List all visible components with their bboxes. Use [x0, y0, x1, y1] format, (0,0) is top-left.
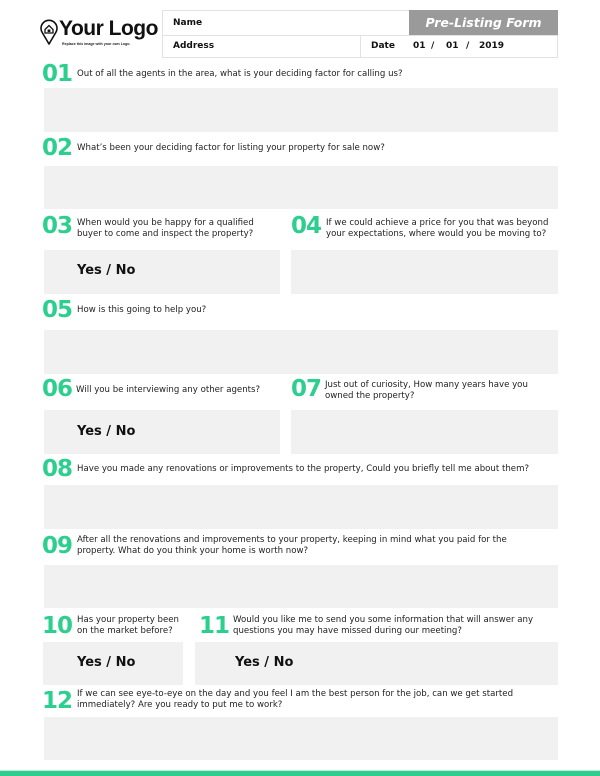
question-text-line: If we could achieve a price for you that…: [326, 218, 549, 228]
answer-box[interactable]: [44, 565, 558, 608]
question-text: How is this going to help you?: [77, 305, 207, 315]
question-number: 01: [42, 61, 73, 87]
question-text: Would you like me to send you some infor…: [233, 615, 533, 636]
logo-subtitle: Replace this image with your own Logo.: [62, 42, 131, 46]
question-text-line: After all the renovations and improvemen…: [77, 535, 507, 545]
question-number: 02: [42, 135, 73, 161]
question-text-line: questions you may have missed during our…: [233, 625, 462, 636]
question-number: 05: [42, 297, 73, 323]
question-number: 08: [42, 456, 73, 482]
question-number: 06: [42, 376, 73, 402]
question-number: 04: [291, 213, 322, 239]
question-text: When would you be happy for a qualified …: [77, 218, 254, 239]
address-row: Address Date 01 / 01 / 2019: [163, 36, 557, 58]
logo-text: Your Logo: [59, 17, 158, 40]
question-text: If we can see eye-to-eye on the day and …: [77, 689, 513, 710]
question-text-line: Has your property been: [77, 615, 179, 625]
form-title: Pre-Listing Form: [409, 10, 558, 35]
answer-box[interactable]: Yes / No: [44, 410, 280, 454]
header-table: Name Pre-Listing Form Address Date 01 / …: [162, 10, 558, 58]
date-day[interactable]: 01: [413, 41, 426, 51]
footer-accent-bar: [0, 771, 600, 776]
date-separator: /: [466, 41, 470, 51]
divider: [360, 36, 361, 58]
question-text: Have you made any renovations or improve…: [77, 464, 530, 474]
map-pin-house-icon: [40, 19, 58, 45]
answer-box[interactable]: Yes / No: [195, 642, 558, 685]
question-text: Just out of curiosity, How many years ha…: [325, 380, 528, 401]
answer-box[interactable]: [291, 410, 558, 454]
question-text: Will you be interviewing any other agent…: [76, 385, 261, 395]
answer-box[interactable]: [44, 88, 558, 132]
yes-no-option[interactable]: Yes / No: [77, 655, 135, 670]
question-number: 07: [291, 376, 322, 402]
answer-box[interactable]: Yes / No: [43, 642, 183, 685]
yes-no-option[interactable]: Yes / No: [235, 655, 293, 670]
question-number: 03: [42, 213, 73, 239]
question-number: 12: [42, 688, 73, 714]
question-text: After all the renovations and improvemen…: [77, 535, 507, 556]
answer-box[interactable]: [44, 485, 558, 529]
address-label: Address: [173, 41, 215, 51]
yes-no-option[interactable]: Yes / No: [77, 424, 135, 439]
question-text: If we could achieve a price for you that…: [326, 218, 548, 239]
question-text-line: buyer to come and inspect the property?: [77, 228, 254, 239]
date-year[interactable]: 2019: [479, 41, 504, 51]
yes-no-option[interactable]: Yes / No: [77, 263, 135, 278]
question-text-line: Just out of curiosity, How many years ha…: [325, 380, 528, 390]
logo: Your Logo Replace this image with your o…: [40, 17, 160, 57]
name-row: Name Pre-Listing Form: [163, 10, 558, 36]
answer-box[interactable]: [44, 717, 558, 760]
date-separator: /: [431, 41, 435, 51]
answer-box[interactable]: [44, 330, 558, 374]
question-number: 11: [199, 613, 230, 639]
question-text-line: Would you like me to send you some infor…: [233, 615, 534, 625]
date-label: Date: [371, 41, 395, 51]
question-text-line: your expectations, where would you be mo…: [326, 228, 547, 239]
question-text: Out of all the agents in the area, what …: [77, 69, 403, 79]
answer-box[interactable]: [291, 250, 558, 294]
question-number: 10: [42, 613, 73, 639]
name-label: Name: [173, 18, 203, 28]
question-text-line: immediately? Are you ready to put me to …: [77, 699, 283, 710]
date-month[interactable]: 01: [446, 41, 459, 51]
question-text: What’s been your deciding factor for lis…: [77, 143, 385, 153]
question-number: 09: [42, 533, 73, 559]
question-text-line: property. What do you think your home is…: [77, 545, 309, 556]
answer-box[interactable]: Yes / No: [44, 250, 280, 294]
question-text: Has your property been on the market bef…: [77, 615, 179, 636]
question-text-line: on the market before?: [77, 625, 173, 636]
answer-box[interactable]: [44, 166, 558, 209]
question-text-line: When would you be happy for a qualified: [77, 218, 254, 228]
question-text-line: owned the property?: [325, 390, 415, 401]
question-text-line: If we can see eye-to-eye on the day and …: [77, 689, 514, 699]
